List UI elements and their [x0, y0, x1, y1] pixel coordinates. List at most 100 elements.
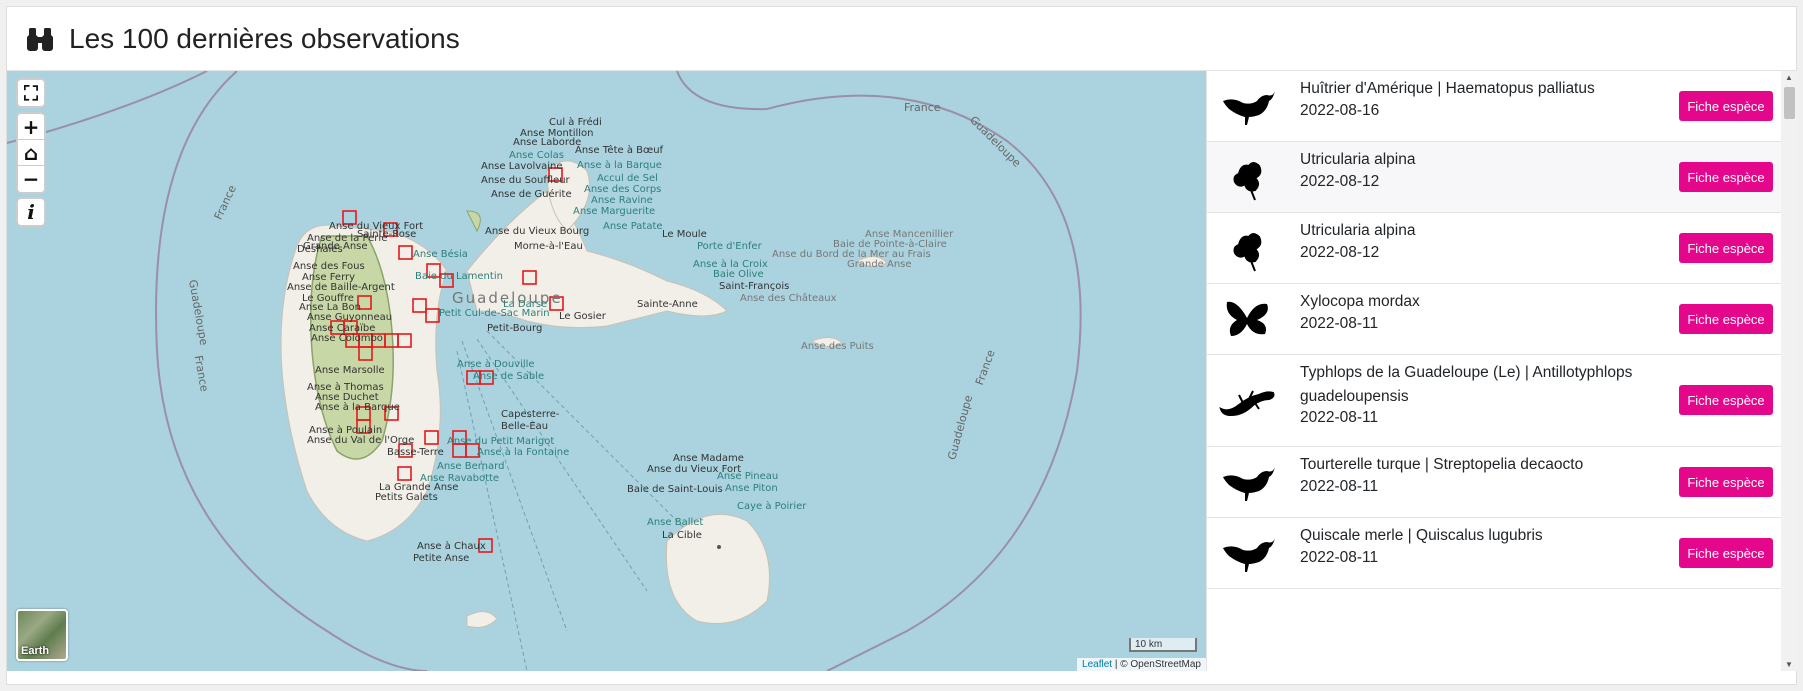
map-label: Anse du Petit Marigot — [447, 436, 555, 447]
bird-silhouette-icon — [1223, 91, 1275, 125]
list-item: Quiscale merle | Quiscalus lugubris 2022… — [1207, 518, 1781, 589]
scroll-down-icon[interactable]: ▼ — [1785, 660, 1793, 669]
flower-silhouette-icon — [1233, 233, 1262, 272]
species-name: Huîtrier d'Amérique | Haematopus palliat… — [1300, 80, 1595, 97]
map-label: Anse Colombo — [311, 333, 383, 344]
butterfly-silhouette-icon — [1226, 301, 1268, 336]
map-label: Anse Piton — [725, 483, 778, 494]
map-label: Anse à Chaux — [417, 541, 486, 552]
info-control: i — [16, 197, 46, 227]
map-label: Anse du Souffleur — [481, 175, 570, 186]
fullscreen-button[interactable]: ⛶ — [18, 80, 44, 106]
map-label: Saint-François — [719, 281, 790, 292]
binoculars-icon — [27, 27, 53, 51]
map-label: La Darse — [503, 299, 548, 310]
map-label: Anse des Châteaux — [740, 293, 837, 304]
bird-silhouette-icon — [1223, 467, 1275, 501]
map-label: Anse du Vieux Fort — [329, 221, 424, 232]
map-label: France — [904, 101, 941, 114]
map-label: Anse de Guérite — [491, 189, 572, 200]
species-sheet-button[interactable]: Fiche espèce — [1679, 467, 1773, 497]
flower-silhouette-icon — [1233, 162, 1262, 201]
home-button[interactable]: ⌂ — [18, 140, 44, 166]
list-item: Xylocopa mordax 2022-08-11 Fiche espèce — [1207, 284, 1781, 355]
species-name: Quiscale merle | Quiscalus lugubris — [1300, 527, 1543, 544]
map-label: Petite Anse — [413, 553, 470, 564]
list-scrollbar[interactable]: ▲ ▼ — [1781, 71, 1798, 671]
info-button[interactable]: i — [18, 199, 44, 225]
species-sheet-button[interactable]: Fiche espèce — [1679, 162, 1773, 192]
map-label: Anse de Sable — [473, 371, 545, 382]
map-label: Anse Bernard — [437, 461, 505, 472]
observation-date: 2022-08-11 — [1300, 549, 1379, 566]
map-label: Anse Laborde — [513, 137, 582, 148]
species-sheet-button[interactable]: Fiche espèce — [1679, 91, 1773, 121]
observation-date: 2022-08-11 — [1300, 315, 1379, 332]
map-label: Anse Patate — [603, 221, 663, 232]
basemap-switcher[interactable]: Earth — [16, 609, 68, 661]
map-label: Porte d'Enfer — [697, 241, 762, 252]
list-item: Typhlops de la Guadeloupe (Le) | Antillo… — [1207, 355, 1781, 447]
leaflet-link[interactable]: Leaflet — [1082, 659, 1112, 670]
map-label: Capesterre- — [501, 409, 560, 420]
map-label: Anse Lavolvaine — [481, 161, 563, 172]
map-label: Baie Olive — [713, 269, 764, 280]
osm-label: OpenStreetMap — [1130, 659, 1201, 670]
observation-date: 2022-08-11 — [1300, 409, 1379, 426]
species-sheet-button[interactable]: Fiche espèce — [1679, 538, 1773, 568]
map-label: Anse des Puits — [801, 341, 874, 352]
map-label: Sainte-Anne — [637, 299, 698, 310]
map-label: Anse du Vieux Bourg — [485, 226, 590, 237]
map-label: Baie du Lamentin — [415, 271, 503, 282]
observation-date: 2022-08-11 — [1300, 478, 1379, 495]
map-label: Anse du Val de l'Orge — [307, 435, 415, 446]
observation-date: 2022-08-12 — [1300, 173, 1380, 190]
zoom-out-button[interactable]: − — [18, 166, 44, 192]
lizard-silhouette-icon — [1219, 390, 1275, 417]
scrollbar-thumb[interactable] — [1784, 87, 1795, 119]
observation-date: 2022-08-12 — [1300, 244, 1380, 261]
map-label: Anse Ravine — [591, 195, 653, 206]
basemap-label: Earth — [21, 645, 50, 657]
map-label: Anse à Douville — [457, 359, 535, 370]
map-label: Belle-Eau — [501, 421, 549, 432]
map-label: Le Gosier — [559, 311, 606, 322]
map-label: Cul à Frédi — [549, 117, 602, 128]
map-label: Anse Pineau — [717, 471, 779, 482]
map-label: La Cible — [662, 530, 702, 541]
map-label: Accul de Sel — [597, 173, 658, 184]
map-attribution: Leaflet | © OpenStreetMap — [1077, 658, 1206, 671]
map-label: Anse à la Barque — [577, 160, 662, 171]
species-sheet-button[interactable]: Fiche espèce — [1679, 233, 1773, 263]
list-item: Huîtrier d'Amérique | Haematopus palliat… — [1207, 71, 1781, 142]
map-label: Petit-Bourg — [487, 323, 543, 334]
map-label: Anse Ballet — [647, 517, 704, 528]
map-label: Grande Anse — [847, 259, 912, 270]
list-item: Utricularia alpina 2022-08-12 Fiche espè… — [1207, 142, 1781, 213]
map-label: Anse Guyonneau — [307, 312, 393, 323]
map-label: Basse-Terre — [387, 447, 444, 458]
species-name: Utricularia alpina — [1300, 151, 1416, 168]
map-label: Anse Marsolle — [315, 365, 385, 376]
bird-silhouette-icon — [1223, 538, 1275, 572]
list-item: Tourterelle turque | Streptopelia decaoc… — [1207, 447, 1781, 518]
scroll-up-icon[interactable]: ▲ — [1785, 73, 1793, 82]
page-title: Les 100 dernières observations — [69, 22, 460, 54]
zoom-in-button[interactable]: + — [18, 114, 44, 140]
attribution-separator: | © — [1112, 659, 1131, 670]
zoom-control: + ⌂ − — [16, 112, 46, 194]
species-name: Xylocopa mordax — [1300, 293, 1420, 310]
species-sheet-button[interactable]: Fiche espèce — [1679, 385, 1773, 415]
map-label: Anse Madame — [673, 453, 744, 464]
species-name: Tourterelle turque | Streptopelia decaoc… — [1300, 456, 1584, 473]
observation-date: 2022-08-16 — [1300, 102, 1380, 119]
card-header: Les 100 dernières observations — [7, 7, 1796, 71]
observation-list[interactable]: Huîtrier d'Amérique | Haematopus palliat… — [1206, 71, 1798, 671]
map[interactable]: France Guadeloupe France France Guadelou… — [7, 71, 1206, 671]
map-label: Petits Galets — [375, 492, 438, 503]
species-name: Typhlops de la Guadeloupe (Le) | Antillo… — [1300, 364, 1633, 405]
map-label: Anse à la Barque — [315, 402, 400, 413]
species-name: Utricularia alpina — [1300, 222, 1416, 239]
map-label: Anse Bésia — [413, 249, 468, 260]
species-sheet-button[interactable]: Fiche espèce — [1679, 304, 1773, 334]
